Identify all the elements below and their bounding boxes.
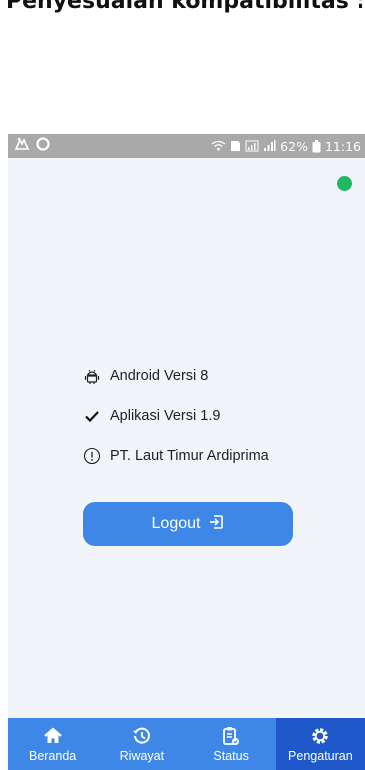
sim-icon [230,140,241,152]
battery-percent: 62% [280,138,308,154]
clock: 11:16 [324,138,361,154]
logout-button[interactable]: Logout [83,502,293,546]
history-icon [132,725,152,747]
info-row-android: Android Versi 8 [82,356,269,396]
bottom-navigation: Beranda Riwayat Status Pengaturan [8,718,365,770]
phone-screen: 62% 11:16 Android Versi 8 Aplikasi Versi… [8,134,365,770]
notification-icon [14,137,30,156]
battery-icon [312,139,321,153]
nav-label-pengaturan: Pengaturan [288,749,353,763]
check-icon [82,406,102,426]
messenger-icon [36,137,50,156]
status-left [14,137,50,156]
info-row-company: PT. Laut Timur Ardiprima [82,436,269,476]
status-right: 62% 11:16 [211,137,361,155]
info-circle-icon [82,446,102,466]
nav-label-beranda: Beranda [28,749,77,763]
page-caption: Penyesuaian kompatibilitas : [6,0,362,14]
status-bar: 62% 11:16 [8,134,365,158]
nav-item-riwayat[interactable]: Riwayat [97,718,186,770]
nav-item-status[interactable]: Status [187,718,276,770]
nav-label-status: Status [213,749,249,763]
nav-label-riwayat: Riwayat [119,749,165,763]
signal-icon [263,140,276,152]
online-indicator [337,176,352,191]
app-info-list: Android Versi 8 Aplikasi Versi 1.9 PT. L… [82,356,269,476]
app-version-text: Aplikasi Versi 1.9 [110,408,221,424]
clipboard-check-icon [222,725,240,747]
company-name-text: PT. Laut Timur Ardiprima [110,448,269,464]
wifi-icon [211,140,226,152]
nav-item-pengaturan[interactable]: Pengaturan [275,718,365,770]
signal-lte-icon [245,140,259,152]
android-icon [82,366,102,386]
nav-item-beranda[interactable]: Beranda [8,718,97,770]
info-row-app-version: Aplikasi Versi 1.9 [82,396,269,436]
sign-out-icon [208,514,224,535]
android-version-text: Android Versi 8 [110,368,209,384]
home-icon [43,725,63,747]
logout-label: Logout [151,515,201,532]
gear-icon [310,725,330,747]
